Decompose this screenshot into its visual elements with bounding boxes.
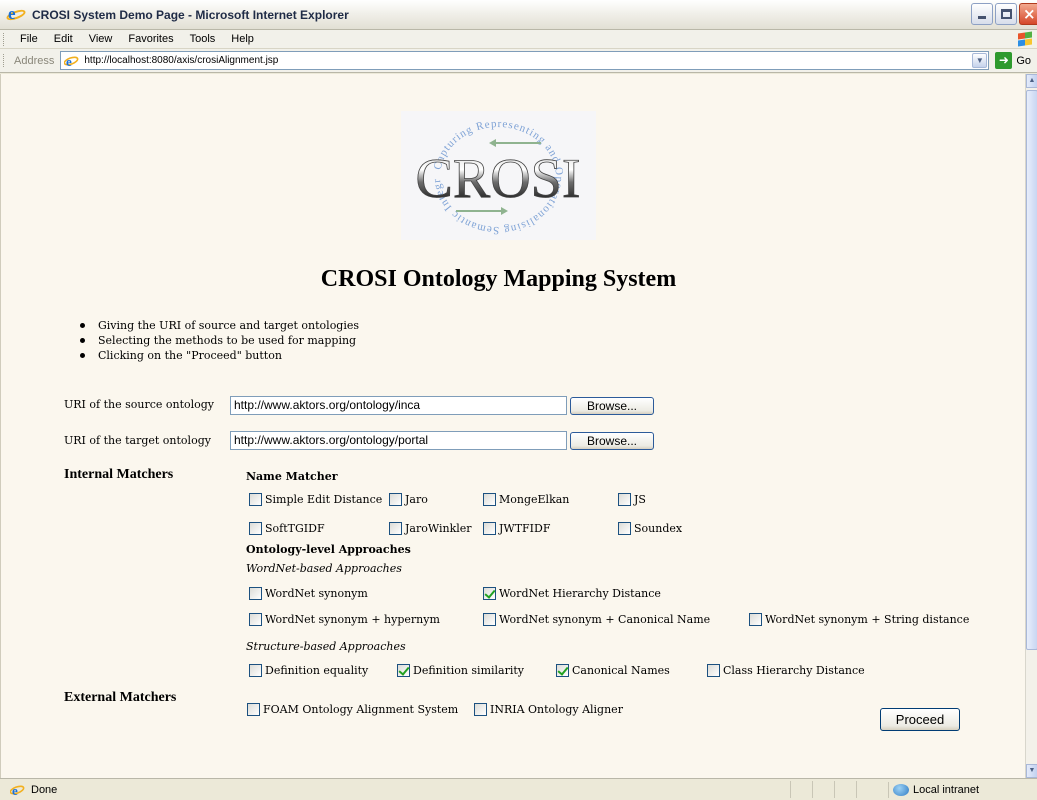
checkbox-checked[interactable] <box>483 587 496 600</box>
source-browse-button[interactable]: Browse... <box>570 397 654 415</box>
option-jwtfidf[interactable]: JWTFIDF <box>483 522 550 535</box>
wordnet-approaches-title: WordNet-based Approaches <box>246 562 402 575</box>
crosi-logo: Capturing Representing and Operationalis… <box>398 102 596 240</box>
ie-icon: e <box>5 4 27 24</box>
title-bar: e CROSI System Demo Page - Microsoft Int… <box>0 0 1037 30</box>
option-wordnet-synonym-hypernym[interactable]: WordNet synonym + hypernym <box>249 613 440 626</box>
address-label: Address <box>14 54 55 67</box>
minimize-button[interactable] <box>971 3 993 25</box>
checkbox[interactable] <box>249 587 262 600</box>
option-softtgidf[interactable]: SoftTGIDF <box>249 522 325 535</box>
option-jaro[interactable]: Jaro <box>389 493 428 506</box>
checkbox[interactable] <box>249 493 262 506</box>
address-bar: Address e http://localhost:8080/axis/cro… <box>0 49 1037 73</box>
address-dropdown-icon[interactable]: ▼ <box>972 53 988 68</box>
target-uri-input[interactable]: http://www.aktors.org/ontology/portal <box>230 431 567 450</box>
close-button[interactable]: × <box>1019 3 1037 25</box>
option-simple-edit-distance[interactable]: Simple Edit Distance <box>249 493 382 506</box>
option-js[interactable]: JS <box>618 493 646 506</box>
menu-bar: File Edit View Favorites Tools Help <box>0 30 1037 49</box>
option-foam[interactable]: FOAM Ontology Alignment System <box>247 703 458 716</box>
svg-text:e: e <box>12 783 18 797</box>
checkbox[interactable] <box>618 493 631 506</box>
address-field[interactable]: e http://localhost:8080/axis/crosiAlignm… <box>60 51 990 70</box>
menu-edit[interactable]: Edit <box>46 33 81 45</box>
option-wordnet-synonym-canonical-name[interactable]: WordNet synonym + Canonical Name <box>483 613 710 626</box>
ontology-level-title: Ontology-level Approaches <box>246 543 411 556</box>
source-uri-input[interactable]: http://www.aktors.org/ontology/inca <box>230 396 567 415</box>
scroll-up-icon[interactable]: ▲ <box>1026 74 1037 88</box>
list-item: Selecting the methods to be used for map… <box>76 333 359 348</box>
target-browse-button[interactable]: Browse... <box>570 432 654 450</box>
checkbox[interactable] <box>389 493 402 506</box>
target-uri-label: URI of the target ontology <box>64 434 211 447</box>
svg-text:e: e <box>66 54 72 68</box>
checkbox[interactable] <box>249 664 262 677</box>
proceed-button[interactable]: Proceed <box>880 708 960 731</box>
checkbox[interactable] <box>618 522 631 535</box>
page-content: Capturing Representing and Operationalis… <box>0 74 1037 778</box>
list-item: Giving the URI of source and target onto… <box>76 318 359 333</box>
option-jarowinkler[interactable]: JaroWinkler <box>389 522 472 535</box>
checkbox-checked[interactable] <box>556 664 569 677</box>
page-heading: CROSI Ontology Mapping System <box>320 266 677 292</box>
option-wordnet-synonym-string-distance[interactable]: WordNet synonym + String distance <box>749 613 969 626</box>
window-title: CROSI System Demo Page - Microsoft Inter… <box>32 7 349 22</box>
go-button[interactable]: ➜ Go <box>995 52 1031 69</box>
checkbox[interactable] <box>483 613 496 626</box>
checkbox[interactable] <box>249 613 262 626</box>
menu-tools[interactable]: Tools <box>182 33 224 45</box>
option-definition-similarity[interactable]: Definition similarity <box>397 664 524 677</box>
name-matcher-title: Name Matcher <box>246 470 338 483</box>
status-panes <box>790 781 878 798</box>
checkbox[interactable] <box>249 522 262 535</box>
option-wordnet-hierarchy-distance[interactable]: WordNet Hierarchy Distance <box>483 587 661 600</box>
checkbox[interactable] <box>483 493 496 506</box>
option-definition-equality[interactable]: Definition equality <box>249 664 368 677</box>
checkbox[interactable] <box>389 522 402 535</box>
option-soundex[interactable]: Soundex <box>618 522 682 535</box>
menu-help[interactable]: Help <box>223 33 262 45</box>
menu-file[interactable]: File <box>12 33 46 45</box>
status-bar: e Done Local intranet <box>0 778 1037 800</box>
status-text: Done <box>31 783 58 796</box>
security-zone: Local intranet <box>888 782 979 798</box>
checkbox[interactable] <box>247 703 260 716</box>
maximize-button[interactable] <box>995 3 1017 25</box>
option-inria[interactable]: INRIA Ontology Aligner <box>474 703 623 716</box>
option-wordnet-synonym[interactable]: WordNet synonym <box>249 587 368 600</box>
scroll-down-icon[interactable]: ▼ <box>1026 764 1037 778</box>
toolbar-grip[interactable] <box>3 32 6 46</box>
option-mongeelkan[interactable]: MongeElkan <box>483 493 569 506</box>
vertical-scrollbar[interactable]: ▲ ▼ <box>1025 74 1037 778</box>
checkbox-checked[interactable] <box>397 664 410 677</box>
go-label: Go <box>1016 54 1032 67</box>
page-done-icon: e <box>9 783 26 798</box>
checkbox[interactable] <box>474 703 487 716</box>
menu-view[interactable]: View <box>81 33 121 45</box>
address-url: http://localhost:8080/axis/crosiAlignmen… <box>84 55 279 66</box>
option-canonical-names[interactable]: Canonical Names <box>556 664 670 677</box>
go-arrow-icon: ➜ <box>995 52 1013 69</box>
page-icon: e <box>63 54 80 69</box>
checkbox[interactable] <box>749 613 762 626</box>
svg-text:CROSI: CROSI <box>416 148 581 210</box>
checkbox[interactable] <box>707 664 720 677</box>
instructions-list: Giving the URI of source and target onto… <box>76 318 359 363</box>
internal-matchers-title: Internal Matchers <box>64 467 174 482</box>
list-item: Clicking on the "Proceed" button <box>76 348 359 363</box>
checkbox[interactable] <box>483 522 496 535</box>
external-matchers-title: External Matchers <box>64 690 177 705</box>
intranet-globe-icon <box>893 784 909 796</box>
zone-text: Local intranet <box>913 784 980 796</box>
toolbar-grip[interactable] <box>3 54 6 67</box>
windows-flag-icon <box>1017 31 1033 47</box>
option-class-hierarchy-distance[interactable]: Class Hierarchy Distance <box>707 664 865 677</box>
menu-favorites[interactable]: Favorites <box>120 33 181 45</box>
source-uri-label: URI of the source ontology <box>64 398 215 411</box>
scroll-thumb[interactable] <box>1026 90 1037 650</box>
structure-approaches-title: Structure-based Approaches <box>246 640 406 653</box>
